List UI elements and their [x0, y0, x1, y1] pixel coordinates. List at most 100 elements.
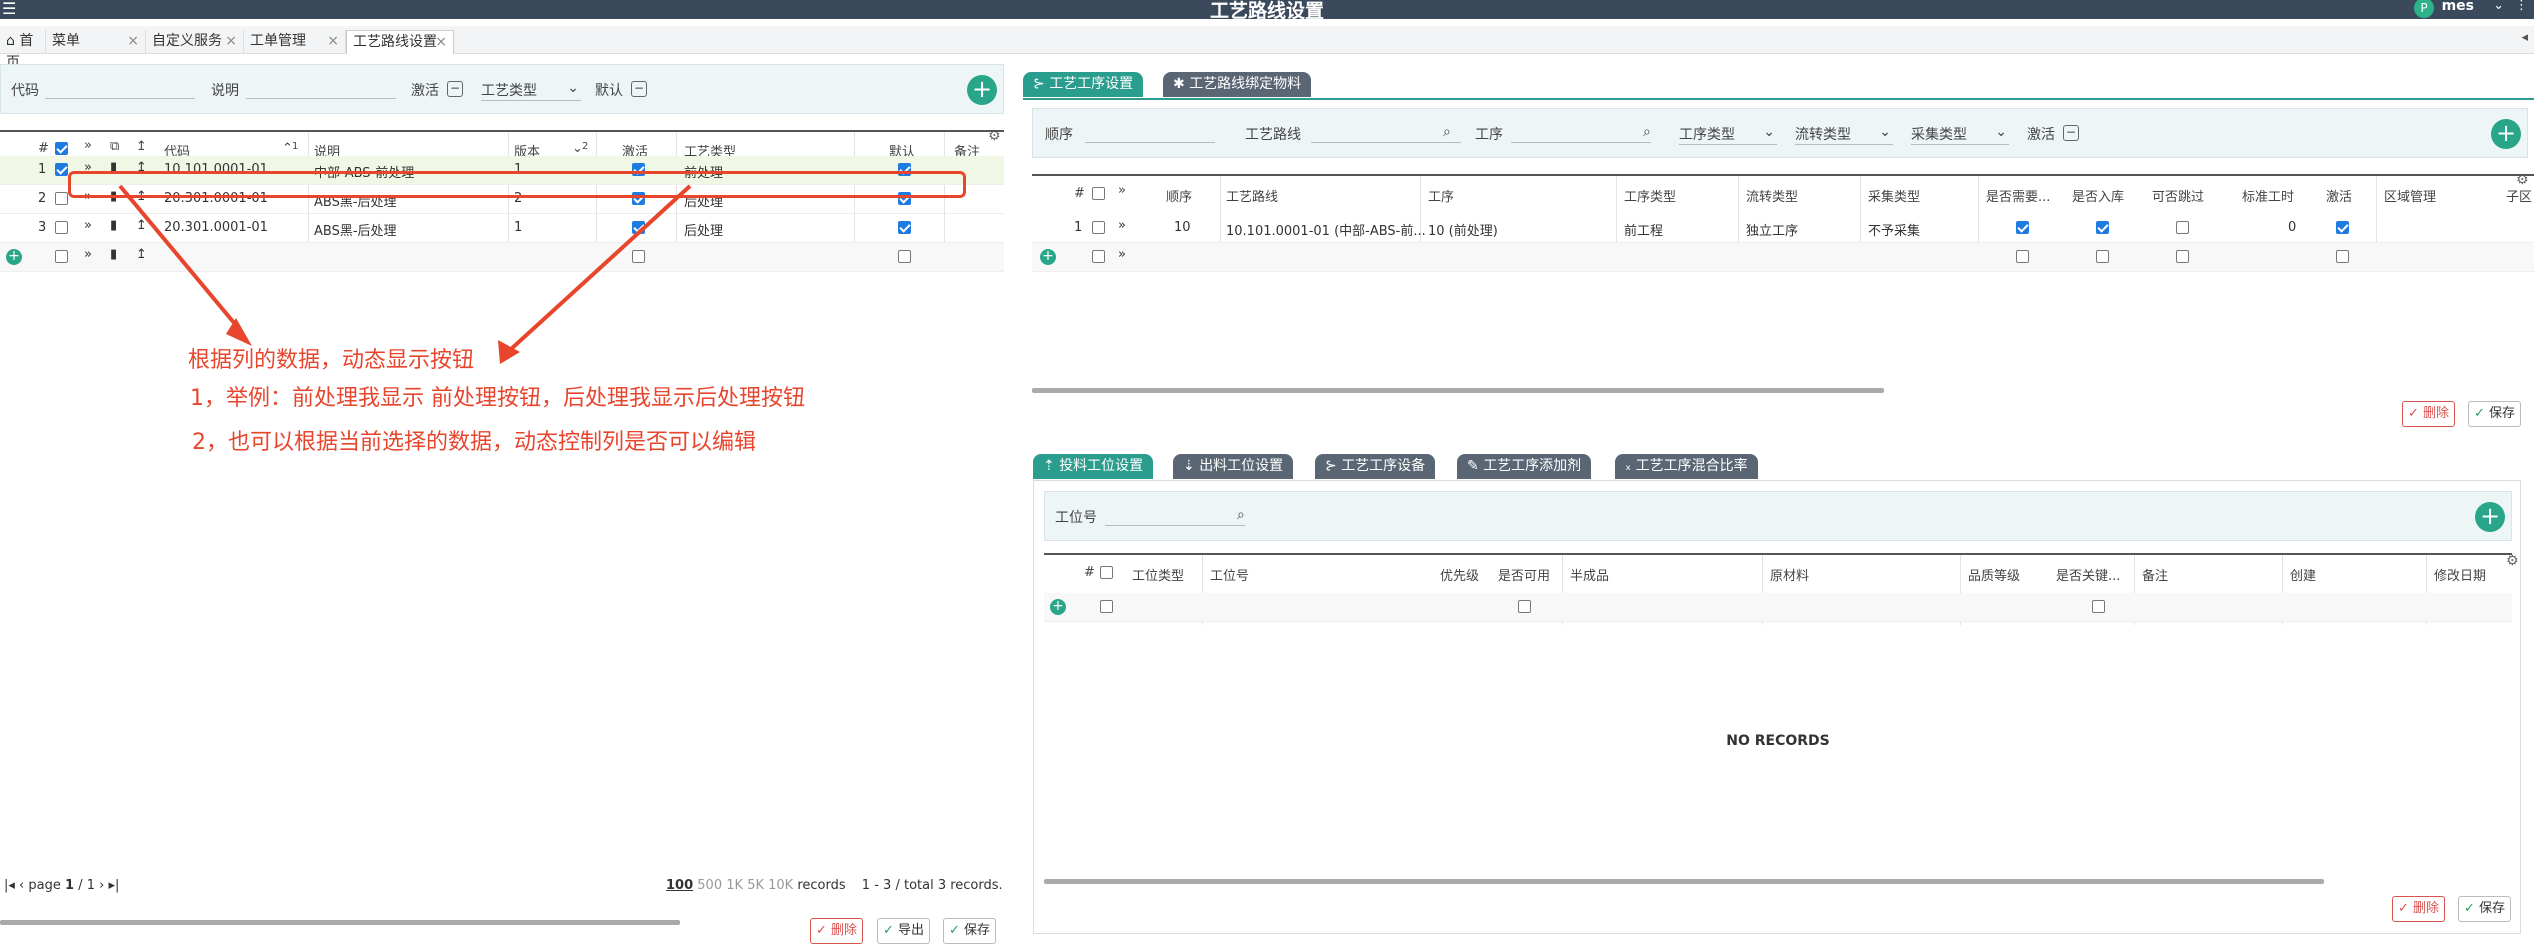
- col-area[interactable]: 区域管理: [2384, 186, 2436, 205]
- active-toggle[interactable]: −: [2063, 125, 2079, 141]
- save-button[interactable]: ✓ 保存: [943, 918, 997, 944]
- page-size-option[interactable]: 100: [666, 878, 693, 893]
- page-size-option[interactable]: 5K: [747, 878, 764, 893]
- cell-flow-type[interactable]: 独立工序: [1746, 220, 1798, 239]
- col-process-type[interactable]: 工序类型: [1624, 186, 1676, 205]
- col-raw-material[interactable]: 原材料: [1770, 565, 1809, 584]
- search-icon[interactable]: ⌕: [1237, 507, 1245, 523]
- collect-type-select[interactable]: 采集类型 ⌄: [1911, 124, 2009, 145]
- tab-process-additive[interactable]: ✎ 工艺工序添加剂: [1457, 454, 1592, 479]
- add-button[interactable]: +: [2491, 119, 2521, 149]
- flow-type-select[interactable]: 流转类型 ⌄: [1795, 124, 1893, 145]
- tab-bind-material[interactable]: ✱ 工艺路线绑定物料: [1163, 72, 1312, 97]
- station-input[interactable]: [1105, 506, 1245, 526]
- col-process[interactable]: 工序: [1428, 186, 1454, 205]
- new-row[interactable]: +: [1044, 593, 2512, 622]
- tab-process-equipment[interactable]: ⊱ 工艺工序设备: [1315, 454, 1436, 479]
- delete-button[interactable]: ✓ 删除: [810, 918, 864, 944]
- stock-checkbox[interactable]: [2096, 221, 2109, 234]
- col-quality[interactable]: 品质等级: [1968, 565, 2020, 584]
- col-skip[interactable]: 可否跳过: [2152, 186, 2204, 205]
- search-icon[interactable]: ⌕: [1443, 124, 1451, 140]
- more-icon[interactable]: ⋮: [2515, 0, 2528, 13]
- process-input[interactable]: [1511, 123, 1651, 143]
- process-type-select[interactable]: 工序类型 ⌄: [1679, 124, 1777, 145]
- expand-icon[interactable]: »: [1118, 218, 1126, 233]
- search-icon[interactable]: ⌕: [1643, 124, 1651, 140]
- expand-all-icon[interactable]: »: [1118, 183, 1126, 198]
- new-row[interactable]: + »: [1032, 243, 2534, 272]
- col-available[interactable]: 是否可用: [1498, 565, 1550, 584]
- col-semi-product[interactable]: 半成品: [1570, 565, 1609, 584]
- row-num: 1: [1074, 220, 1083, 235]
- delete-button[interactable]: ✓ 删除: [2392, 896, 2446, 922]
- collapse-icon[interactable]: ◂: [2521, 30, 2528, 45]
- col-priority[interactable]: 优先级: [1440, 565, 1479, 584]
- cell-route[interactable]: 10.101.0001-01 (中部-ABS-前...: [1226, 220, 1426, 239]
- tab-out-station[interactable]: ⇣ 出料工位设置: [1173, 454, 1294, 479]
- export-button[interactable]: ✓ 导出: [877, 918, 931, 944]
- last-page-icon[interactable]: ▸|: [108, 878, 119, 893]
- col-stock[interactable]: 是否入库: [2072, 186, 2124, 205]
- cell-collect-type[interactable]: 不予采集: [1868, 220, 1920, 239]
- save-button[interactable]: ✓ 保存: [2458, 896, 2512, 922]
- stock-checkbox[interactable]: [2096, 250, 2109, 263]
- col-collect-type[interactable]: 采集类型: [1868, 186, 1920, 205]
- horizontal-scrollbar[interactable]: [1032, 388, 1884, 393]
- username[interactable]: mes: [2442, 0, 2474, 14]
- select-all-checkbox[interactable]: [1100, 566, 1113, 579]
- save-button[interactable]: ✓ 保存: [2468, 401, 2522, 427]
- col-seq[interactable]: 顺序: [1166, 186, 1192, 205]
- tab-feed-station[interactable]: ⇡ 投料工位设置: [1033, 454, 1154, 479]
- first-page-icon[interactable]: |◂: [4, 878, 15, 893]
- delete-button[interactable]: ✓ 删除: [2402, 401, 2456, 427]
- select-all-checkbox[interactable]: [1092, 187, 1105, 200]
- need-checkbox[interactable]: [2016, 250, 2029, 263]
- col-modified[interactable]: 修改日期: [2434, 565, 2486, 584]
- row-checkbox[interactable]: [1100, 600, 1113, 613]
- col-sub-area[interactable]: 子区: [2506, 186, 2532, 205]
- add-row-icon[interactable]: +: [1040, 249, 1056, 265]
- cell-process[interactable]: 10 (前处理): [1428, 220, 1498, 239]
- skip-checkbox[interactable]: [2176, 221, 2189, 234]
- cell-process-type[interactable]: 前工程: [1624, 220, 1663, 239]
- active-checkbox[interactable]: [2336, 221, 2349, 234]
- col-remark[interactable]: 备注: [2142, 565, 2168, 584]
- col-created[interactable]: 创建: [2290, 565, 2316, 584]
- horizontal-scrollbar[interactable]: [0, 920, 680, 925]
- current-page[interactable]: 1: [65, 878, 74, 893]
- expand-icon[interactable]: »: [1118, 247, 1126, 262]
- tab-process-mix-ratio[interactable]: ₓ 工艺工序混合比率: [1615, 454, 1758, 479]
- prev-page-icon[interactable]: ‹: [19, 878, 24, 893]
- chevron-down-icon[interactable]: ⌄: [2493, 0, 2504, 13]
- cell-seq[interactable]: 10: [1174, 220, 1191, 235]
- col-key[interactable]: 是否关键...: [2056, 565, 2120, 584]
- col-active[interactable]: 激活: [2326, 186, 2352, 205]
- horizontal-scrollbar[interactable]: [1044, 879, 2324, 884]
- seq-input[interactable]: [1085, 123, 1215, 143]
- page-size-option[interactable]: 500: [697, 878, 722, 893]
- col-route[interactable]: 工艺路线: [1226, 186, 1278, 205]
- col-flow-type[interactable]: 流转类型: [1746, 186, 1798, 205]
- col-station-type[interactable]: 工位类型: [1132, 565, 1184, 584]
- next-page-icon[interactable]: ›: [99, 878, 104, 893]
- page-size-option[interactable]: 1K: [726, 878, 743, 893]
- add-row-icon[interactable]: +: [1050, 599, 1066, 615]
- download-icon: ⇣: [1183, 458, 1195, 474]
- add-button[interactable]: +: [2475, 502, 2505, 532]
- tab-process-step[interactable]: ⊱ 工艺工序设置: [1023, 72, 1144, 97]
- page-size-option[interactable]: 10K: [768, 878, 793, 893]
- row-checkbox[interactable]: [1092, 250, 1105, 263]
- available-checkbox[interactable]: [1518, 600, 1531, 613]
- route-input[interactable]: [1311, 123, 1461, 143]
- skip-checkbox[interactable]: [2176, 250, 2189, 263]
- active-checkbox[interactable]: [2336, 250, 2349, 263]
- cell-std-time[interactable]: 0: [2288, 220, 2296, 235]
- need-checkbox[interactable]: [2016, 221, 2029, 234]
- table-row[interactable]: 1 » 10 10.101.0001-01 (中部-ABS-前... 10 (前…: [1032, 214, 2534, 243]
- key-checkbox[interactable]: [2092, 600, 2105, 613]
- col-need[interactable]: 是否需要...: [1986, 186, 2050, 205]
- col-station-no[interactable]: 工位号: [1210, 565, 1249, 584]
- row-checkbox[interactable]: [1092, 221, 1105, 234]
- col-std-time[interactable]: 标准工时: [2242, 186, 2294, 205]
